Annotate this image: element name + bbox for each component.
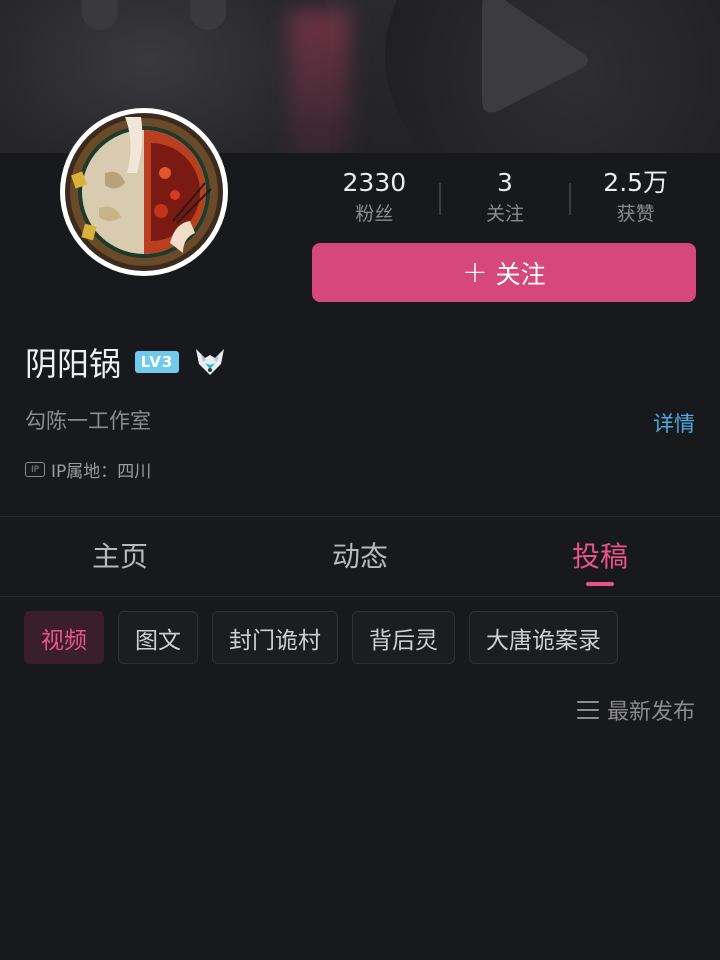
stat-value: 3	[497, 168, 513, 197]
tab-uploads[interactable]: 投稿	[480, 518, 720, 596]
profile-name: 阴阳锅	[25, 345, 122, 383]
play-icon	[482, 0, 588, 113]
filter-chip-video[interactable]: 视频	[24, 611, 104, 664]
profile-studio: 勾陈一工作室	[25, 409, 151, 433]
stat-following[interactable]: 3 关注	[441, 165, 570, 235]
stat-value: 2330	[342, 168, 407, 197]
stat-likes[interactable]: 2.5万 获赞	[571, 165, 700, 235]
sort-label: 最新发布	[606, 700, 695, 725]
fox-badge-icon[interactable]	[193, 346, 227, 378]
banner-glow	[290, 10, 350, 153]
ip-location-row: IP IP属地：四川	[25, 457, 151, 482]
follow-button[interactable]: + 关注	[312, 243, 696, 302]
filter-chips: 视频 图文 封门诡村 背后灵 大唐诡案录	[24, 611, 618, 664]
divider	[0, 516, 720, 517]
stat-value: 2.5万	[603, 168, 669, 197]
filter-chip-collection[interactable]: 背后灵	[352, 611, 455, 664]
filter-chip-collection[interactable]: 封门诡村	[212, 611, 338, 664]
tab-dynamics[interactable]: 动态	[240, 518, 480, 596]
avatar-image	[65, 113, 223, 271]
profile-name-row: 阴阳锅 LV3	[25, 340, 227, 384]
detail-link[interactable]: 详情	[653, 408, 695, 438]
ip-icon: IP	[25, 462, 45, 477]
tab-home[interactable]: 主页	[0, 518, 240, 596]
follow-button-label: 关注	[495, 259, 546, 289]
list-icon	[576, 701, 599, 719]
profile-tabs: 主页 动态 投稿	[0, 518, 720, 596]
avatar[interactable]	[60, 108, 228, 276]
ip-location: IP属地：四川	[51, 462, 152, 482]
stat-fans[interactable]: 2330 粉丝	[310, 165, 439, 235]
stat-label: 获赞	[616, 203, 655, 225]
profile-stats: 2330 粉丝 3 关注 2.5万 获赞	[310, 165, 700, 235]
sort-button[interactable]: 最新发布	[576, 694, 695, 726]
plus-icon: +	[462, 254, 488, 290]
filter-chip-image-text[interactable]: 图文	[118, 611, 198, 664]
filter-chip-collection[interactable]: 大唐诡案录	[469, 611, 618, 664]
level-badge[interactable]: LV3	[135, 351, 180, 373]
stat-label: 关注	[486, 203, 525, 225]
divider	[0, 596, 720, 597]
stat-label: 粉丝	[355, 203, 394, 225]
